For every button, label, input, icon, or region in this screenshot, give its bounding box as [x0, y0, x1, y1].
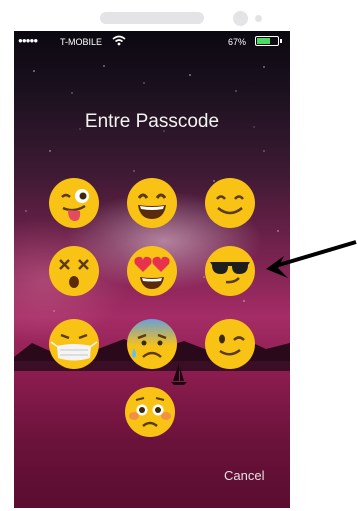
key-smiling-face[interactable]: [204, 177, 256, 229]
key-grinning-face[interactable]: [126, 177, 178, 229]
key-sunglasses-face[interactable]: [204, 245, 256, 297]
dizzy-face-icon: [49, 246, 99, 296]
signal-dots-icon: ●●●●●: [18, 36, 38, 45]
phone-frame: ●●●●● T-MOBILE 67% Entre Passcode Cancel: [0, 0, 300, 511]
key-anxious-sweat-face[interactable]: [126, 318, 178, 370]
status-bar: ●●●●● T-MOBILE 67%: [14, 31, 290, 53]
speaker-grille: [100, 12, 204, 24]
worried-face-icon: [125, 387, 175, 437]
winking-tongue-face-icon: [49, 178, 99, 228]
winking-face-icon: [205, 319, 255, 369]
sunglasses-face-icon: [205, 246, 255, 296]
battery-percent: 67%: [228, 37, 247, 47]
passcode-title: Entre Passcode: [84, 111, 220, 132]
arrow-pointer-icon: [266, 240, 357, 278]
medical-mask-face-icon: [49, 319, 99, 369]
key-winking-tongue-face[interactable]: [48, 177, 100, 229]
key-worried-face[interactable]: [124, 386, 176, 438]
battery-level-fill: [257, 38, 270, 44]
smiling-face-icon: [205, 178, 255, 228]
battery-icon: [255, 36, 279, 46]
cancel-button[interactable]: Cancel: [224, 468, 264, 483]
key-dizzy-face[interactable]: [48, 245, 100, 297]
grinning-face-icon: [127, 178, 177, 228]
heart-eyes-face-icon: [127, 246, 177, 296]
key-heart-eyes-face[interactable]: [126, 245, 178, 297]
battery-terminal: [280, 39, 282, 43]
carrier-name: T-MOBILE: [60, 37, 103, 47]
wifi-icon: [112, 35, 126, 46]
anxious-sweat-face-icon: [127, 319, 177, 369]
proximity-sensor: [255, 15, 262, 22]
key-winking-face[interactable]: [204, 318, 256, 370]
front-camera: [233, 11, 248, 26]
lock-screen: ●●●●● T-MOBILE 67% Entre Passcode Cancel: [14, 31, 290, 508]
key-medical-mask-face[interactable]: [48, 318, 100, 370]
